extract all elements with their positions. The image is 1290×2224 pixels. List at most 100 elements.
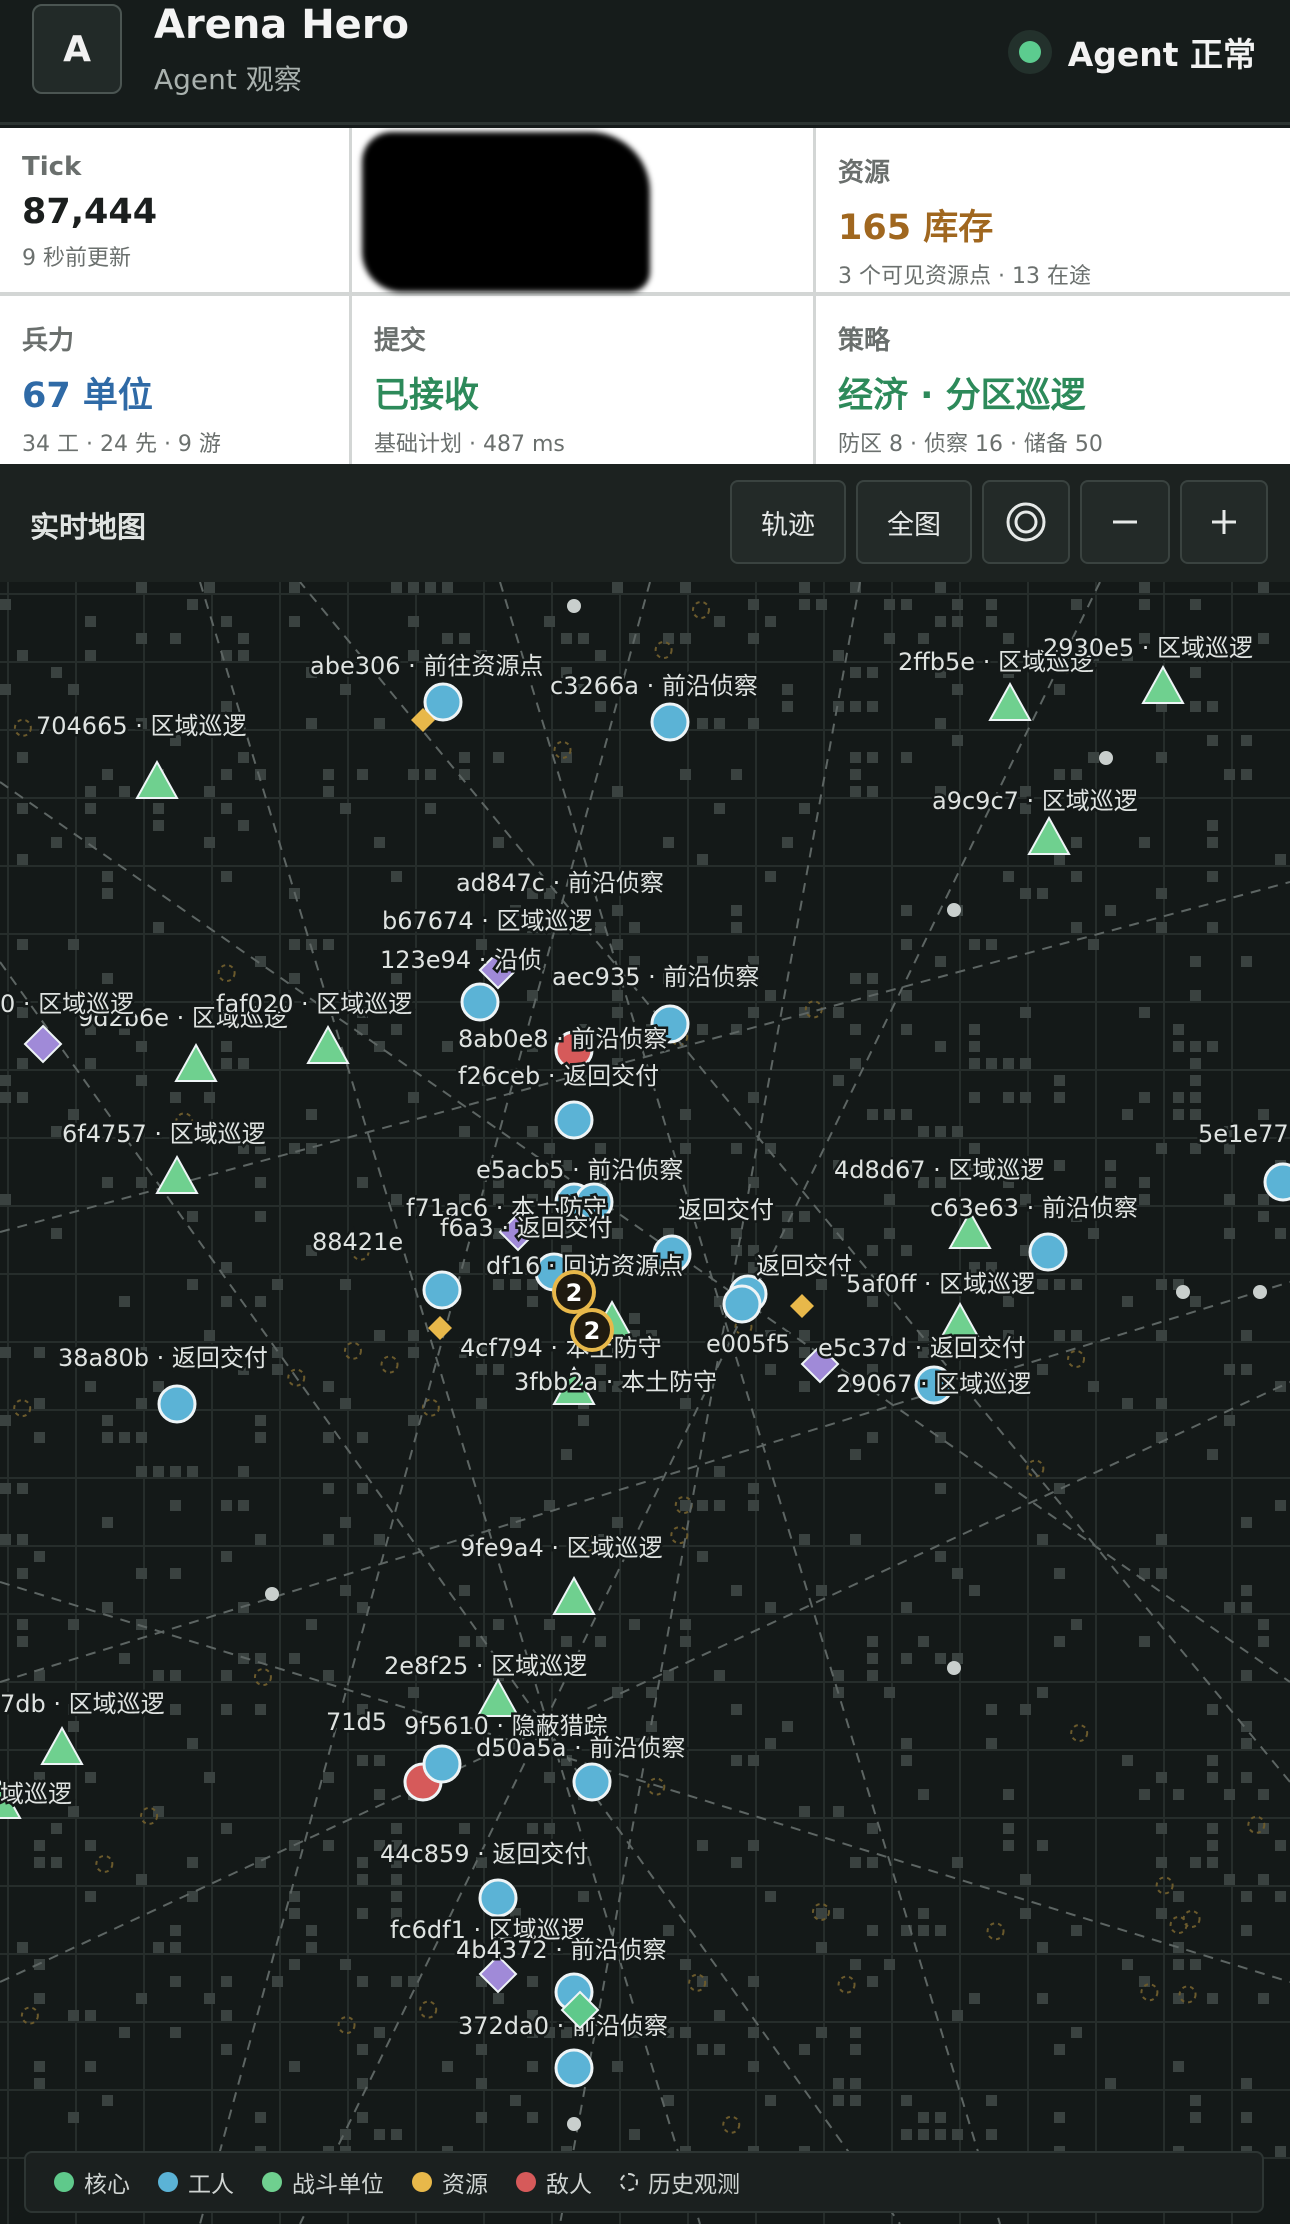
- unit-label: aec935 · 前沿侦察: [552, 963, 759, 991]
- submit-sub: 基础计划 · 487 ms: [374, 432, 565, 457]
- map-unit-worker[interactable]: 88421e: [310, 1226, 462, 1310]
- waypoint-dot: [265, 1587, 279, 1601]
- unit-label: e005f5: [706, 1330, 790, 1358]
- legend-item: 资源: [412, 2165, 488, 2199]
- legend-label: 敌人: [546, 2172, 592, 2198]
- live-map[interactable]: abe306 · 前往资源点 c3266a · 前沿侦察 2ffb5e · 区域巡逻…: [0, 582, 1290, 2224]
- cluster-badge[interactable]: 2: [570, 1308, 614, 1352]
- map-unit-worker[interactable]: 372da0 · 前沿侦察: [456, 2010, 670, 2088]
- legend-item: 工人: [158, 2165, 234, 2199]
- waypoint-dot: [947, 903, 961, 917]
- tick-label: Tick: [22, 152, 82, 182]
- unit-label: f6a3 · 返回交付: [440, 1214, 613, 1242]
- submit-card: 提交 已接收 基础计划 · 487 ms: [352, 296, 813, 464]
- map-unit-scout[interactable]: f6a3 · 返回交付: [438, 1212, 615, 1252]
- history-icon: [620, 2173, 638, 2191]
- unit-label: 123e94 · 沿侦: [380, 946, 542, 974]
- unit-label: 返回交付: [678, 1196, 774, 1224]
- legend-dot-icon: [262, 2172, 282, 2192]
- unit-label: 6f4757 · 区域巡逻: [62, 1120, 266, 1148]
- tick-sub: 9 秒前更新: [22, 246, 131, 271]
- legend-label: 资源: [442, 2172, 488, 2198]
- unit-label: 372da0 · 前沿侦察: [458, 2012, 668, 2040]
- target-icon: [1006, 502, 1046, 542]
- strategy-sub: 防区 8 · 侦察 16 · 储备 50: [838, 432, 1103, 457]
- unit-label: f26ceb · 返回交付: [458, 1062, 659, 1090]
- legend-label: 工人: [188, 2172, 234, 2198]
- tick-value: 87,444: [22, 192, 158, 232]
- unit-label: faf020 · 区域巡逻: [216, 990, 412, 1018]
- unit-label: 2e8f25 · 区域巡逻: [384, 1652, 587, 1680]
- zoom-in-button[interactable]: [1180, 480, 1268, 564]
- unit-label: 704665 · 区域巡逻: [36, 712, 247, 740]
- legend-label: 历史观测: [648, 2172, 740, 2198]
- trail-button[interactable]: 轨迹: [730, 480, 846, 564]
- legend-dot-icon: [158, 2172, 178, 2192]
- cluster-badge[interactable]: 2: [552, 1270, 596, 1314]
- target-button[interactable]: [982, 480, 1070, 564]
- resource-marker[interactable]: [790, 1294, 814, 1318]
- resources-sub: 3 个可见资源点 · 13 在途: [838, 264, 1091, 289]
- waypoint-dot: [1253, 1285, 1267, 1299]
- unit-label: 5e1e77: [1198, 1120, 1289, 1148]
- waypoint-dot: [1099, 751, 1113, 765]
- cluster-count: 2: [584, 1317, 601, 1345]
- map-unit-combat[interactable]: 2e8f25 · 区域巡逻: [382, 1650, 590, 1717]
- unit-label: abe306 · 前往资源点: [310, 652, 543, 680]
- unit-label: 5af0ff · 区域巡逻: [846, 1270, 1035, 1298]
- waypoint-dot: [567, 2117, 581, 2131]
- submit-label: 提交: [374, 326, 427, 356]
- unit-label: 8ab0e8 · 前沿侦察: [458, 1025, 667, 1053]
- unit-label: e5c37d · 返回交付: [818, 1334, 1026, 1362]
- unit-label: 4cf794 · 本土防守: [460, 1334, 662, 1362]
- unit-label: d50a5a · 前沿侦察: [476, 1734, 685, 1762]
- unit-label: ad847c · 前沿侦察: [456, 869, 664, 897]
- minus-icon: [1113, 520, 1137, 524]
- map-title: 实时地图: [30, 510, 147, 544]
- unit-label: a9c9c7 · 区域巡逻: [932, 787, 1138, 815]
- map-toolbar: 实时地图 轨迹 全图: [0, 464, 1290, 582]
- unit-label: 返回交付: [756, 1252, 852, 1280]
- agent-status: Agent 正常: [1007, 28, 1256, 76]
- app-subtitle: Agent 观察: [154, 63, 302, 96]
- forces-label: 兵力: [22, 326, 75, 356]
- map-unit-combat[interactable]: 域巡逻: [0, 1778, 75, 1819]
- plus-icon: [1212, 510, 1236, 534]
- map-canvas[interactable]: abe306 · 前往资源点c3266a · 前沿侦察2ffb5e · 区域巡逻…: [0, 582, 1290, 2224]
- unit-label: 71d5: [326, 1708, 387, 1736]
- map-unit-combat[interactable]: 704665 · 区域巡逻: [34, 710, 249, 799]
- legend-item: 核心: [54, 2165, 130, 2199]
- map-unit-combat[interactable]: 6f4757 · 区域巡逻: [60, 1118, 268, 1194]
- unit-label: 0 · 区域巡逻: [0, 990, 134, 1018]
- zoom-out-button[interactable]: [1080, 480, 1170, 564]
- cluster-count: 2: [566, 1279, 583, 1307]
- forces-value: 67 单位: [22, 376, 153, 416]
- unit-label: c63e63 · 前沿侦察: [930, 1194, 1138, 1222]
- unit-label: 7db · 区域巡逻: [0, 1690, 165, 1718]
- unit-label: 4b4372 · 前沿侦察: [456, 1936, 666, 1964]
- map-unit-combat[interactable]: 9fe9a4 · 区域巡逻: [458, 1532, 665, 1615]
- app-title: Arena Hero: [154, 2, 410, 48]
- unit-label: 88421e: [312, 1228, 403, 1256]
- map-unit-combat[interactable]: a9c9c7 · 区域巡逻: [930, 785, 1140, 855]
- forces-sub: 34 工 · 24 先 · 9 游: [22, 432, 221, 457]
- fullmap-button[interactable]: 全图: [856, 480, 972, 564]
- unit-label: 2930e5 · 区域巡逻: [1043, 634, 1253, 662]
- app-logo: A: [32, 4, 122, 94]
- submit-value: 已接收: [374, 376, 480, 416]
- waypoint-dot: [1176, 1285, 1190, 1299]
- map-unit-combat[interactable]: 7db · 区域巡逻: [0, 1688, 167, 1765]
- legend-label: 核心: [84, 2172, 130, 2198]
- legend-label: 战斗单位: [292, 2172, 384, 2198]
- unit-label: 44c859 · 返回交付: [380, 1840, 588, 1868]
- waypoint-dot: [567, 599, 581, 613]
- map-unit-worker[interactable]: d50a5a · 前沿侦察: [474, 1732, 688, 1802]
- forces-card: 兵力 67 单位 34 工 · 24 先 · 9 游: [0, 296, 349, 464]
- unit-label: 38a80b · 返回交付: [58, 1344, 268, 1372]
- waypoint-dot: [947, 1661, 961, 1675]
- resources-label: 资源: [838, 158, 891, 188]
- map-unit-worker[interactable]: 29067 · 区域巡逻: [834, 1365, 1034, 1405]
- redaction-block: [362, 132, 650, 292]
- unit-label: c3266a · 前沿侦察: [550, 672, 758, 700]
- unit-label: 9fe9a4 · 区域巡逻: [460, 1534, 663, 1562]
